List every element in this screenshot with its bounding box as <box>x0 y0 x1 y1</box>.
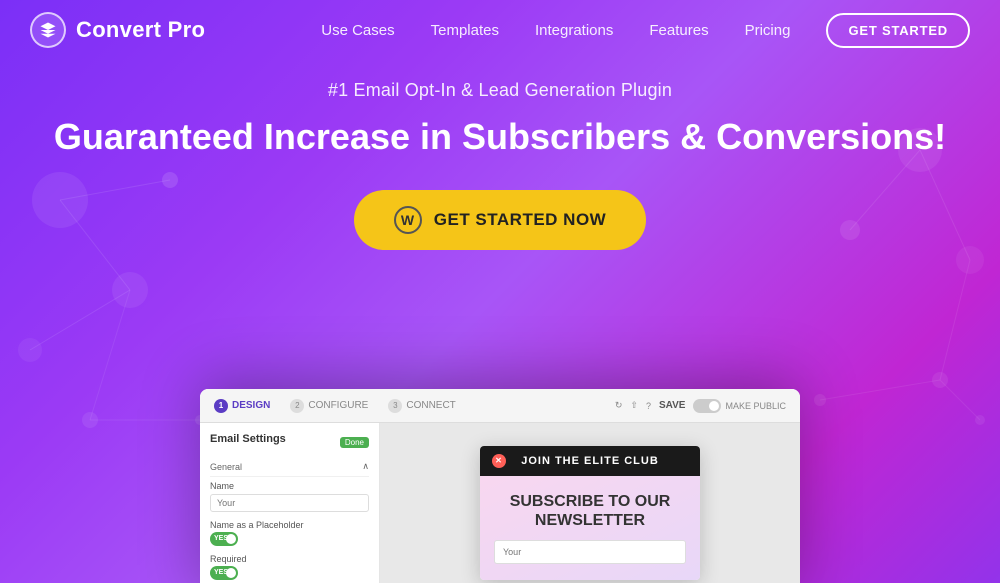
nav-features[interactable]: Features <box>649 22 708 39</box>
nav-integrations[interactable]: Integrations <box>535 22 613 39</box>
name-input[interactable] <box>210 494 369 512</box>
sidebar-panel-title: Email Settings <box>210 433 286 445</box>
popup-email-input[interactable] <box>494 540 686 564</box>
hero-cta-button[interactable]: W GET STARTED NOW <box>354 190 646 250</box>
logo-icon <box>30 12 66 48</box>
make-public-toggle[interactable]: MAKE PUBLIC <box>693 399 786 413</box>
nav-pricing[interactable]: Pricing <box>745 22 791 39</box>
general-chevron: ∧ <box>362 461 369 472</box>
nav-cta-button[interactable]: GET STARTED <box>826 13 970 48</box>
mockup-tab-configure[interactable]: 2 CONFIGURE <box>290 399 368 413</box>
popup-header: ✕ JOIN THE ELITE CLUB <box>480 446 700 476</box>
logo-area[interactable]: Convert Pro <box>30 12 205 48</box>
tab-num-1: 1 <box>214 399 228 413</box>
hero-cta-label: GET STARTED NOW <box>434 210 606 230</box>
logo-text: Convert Pro <box>76 17 205 43</box>
hero-content: #1 Email Opt-In & Lead Generation Plugin… <box>0 80 1000 250</box>
hero-subtitle: #1 Email Opt-In & Lead Generation Plugin <box>20 80 980 101</box>
mockup-tab-design[interactable]: 1 DESIGN <box>214 399 270 413</box>
done-badge: Done <box>340 437 369 448</box>
nav-use-cases[interactable]: Use Cases <box>321 22 394 39</box>
placeholder-label: Name as a Placeholder <box>210 520 369 530</box>
mockup-tab-connect[interactable]: 3 CONNECT <box>388 399 455 413</box>
main-nav: Use Cases Templates Integrations Feature… <box>321 13 970 48</box>
header: Convert Pro Use Cases Templates Integrat… <box>0 0 1000 60</box>
required-field: Required YES <box>210 554 369 580</box>
tab-num-3: 3 <box>388 399 402 413</box>
share-icon[interactable]: ⇧ <box>630 400 638 411</box>
required-toggle[interactable]: YES <box>210 566 238 580</box>
popup-body: SUBSCRIBE TO OUR NEWSLETTER <box>480 476 700 580</box>
tab-num-2: 2 <box>290 399 304 413</box>
question-icon[interactable]: ? <box>646 401 651 411</box>
name-field: Name <box>210 481 369 512</box>
required-toggle-row: YES <box>210 566 369 580</box>
popup-title: SUBSCRIBE TO OUR NEWSLETTER <box>494 492 686 530</box>
make-public-label: MAKE PUBLIC <box>725 401 786 411</box>
hero-title: Guaranteed Increase in Subscribers & Con… <box>20 115 980 158</box>
required-label: Required <box>210 554 369 564</box>
tab-design-label: DESIGN <box>232 400 270 411</box>
popup-header-text: JOIN THE ELITE CLUB <box>521 455 659 467</box>
mockup-topbar: 1 DESIGN 2 CONFIGURE 3 CONNECT ↻ ⇧ ? SAV… <box>200 389 800 423</box>
popup-preview: ✕ JOIN THE ELITE CLUB SUBSCRIBE TO OUR N… <box>480 446 700 580</box>
app-mockup: 1 DESIGN 2 CONFIGURE 3 CONNECT ↻ ⇧ ? SAV… <box>200 389 800 583</box>
mockup-body: Email Settings Done General ∧ Name Name … <box>200 423 800 583</box>
tab-connect-label: CONNECT <box>406 400 455 411</box>
wordpress-icon: W <box>394 206 422 234</box>
placeholder-field: Name as a Placeholder YES <box>210 520 369 546</box>
refresh-icon[interactable]: ↻ <box>615 400 623 411</box>
hero-section: Convert Pro Use Cases Templates Integrat… <box>0 0 1000 583</box>
general-section[interactable]: General ∧ <box>210 457 369 477</box>
sidebar-panel: Email Settings Done General ∧ Name Name … <box>200 423 380 583</box>
save-button[interactable]: SAVE <box>659 400 686 411</box>
tab-configure-label: CONFIGURE <box>308 400 368 411</box>
mockup-actions: ↻ ⇧ ? SAVE MAKE PUBLIC <box>615 399 786 413</box>
name-label: Name <box>210 481 369 491</box>
popup-close-button[interactable]: ✕ <box>492 454 506 468</box>
placeholder-toggle[interactable]: YES <box>210 532 238 546</box>
main-canvas: ✕ JOIN THE ELITE CLUB SUBSCRIBE TO OUR N… <box>380 423 800 583</box>
placeholder-toggle-row: YES <box>210 532 369 546</box>
general-label: General <box>210 462 242 472</box>
nav-templates[interactable]: Templates <box>431 22 499 39</box>
